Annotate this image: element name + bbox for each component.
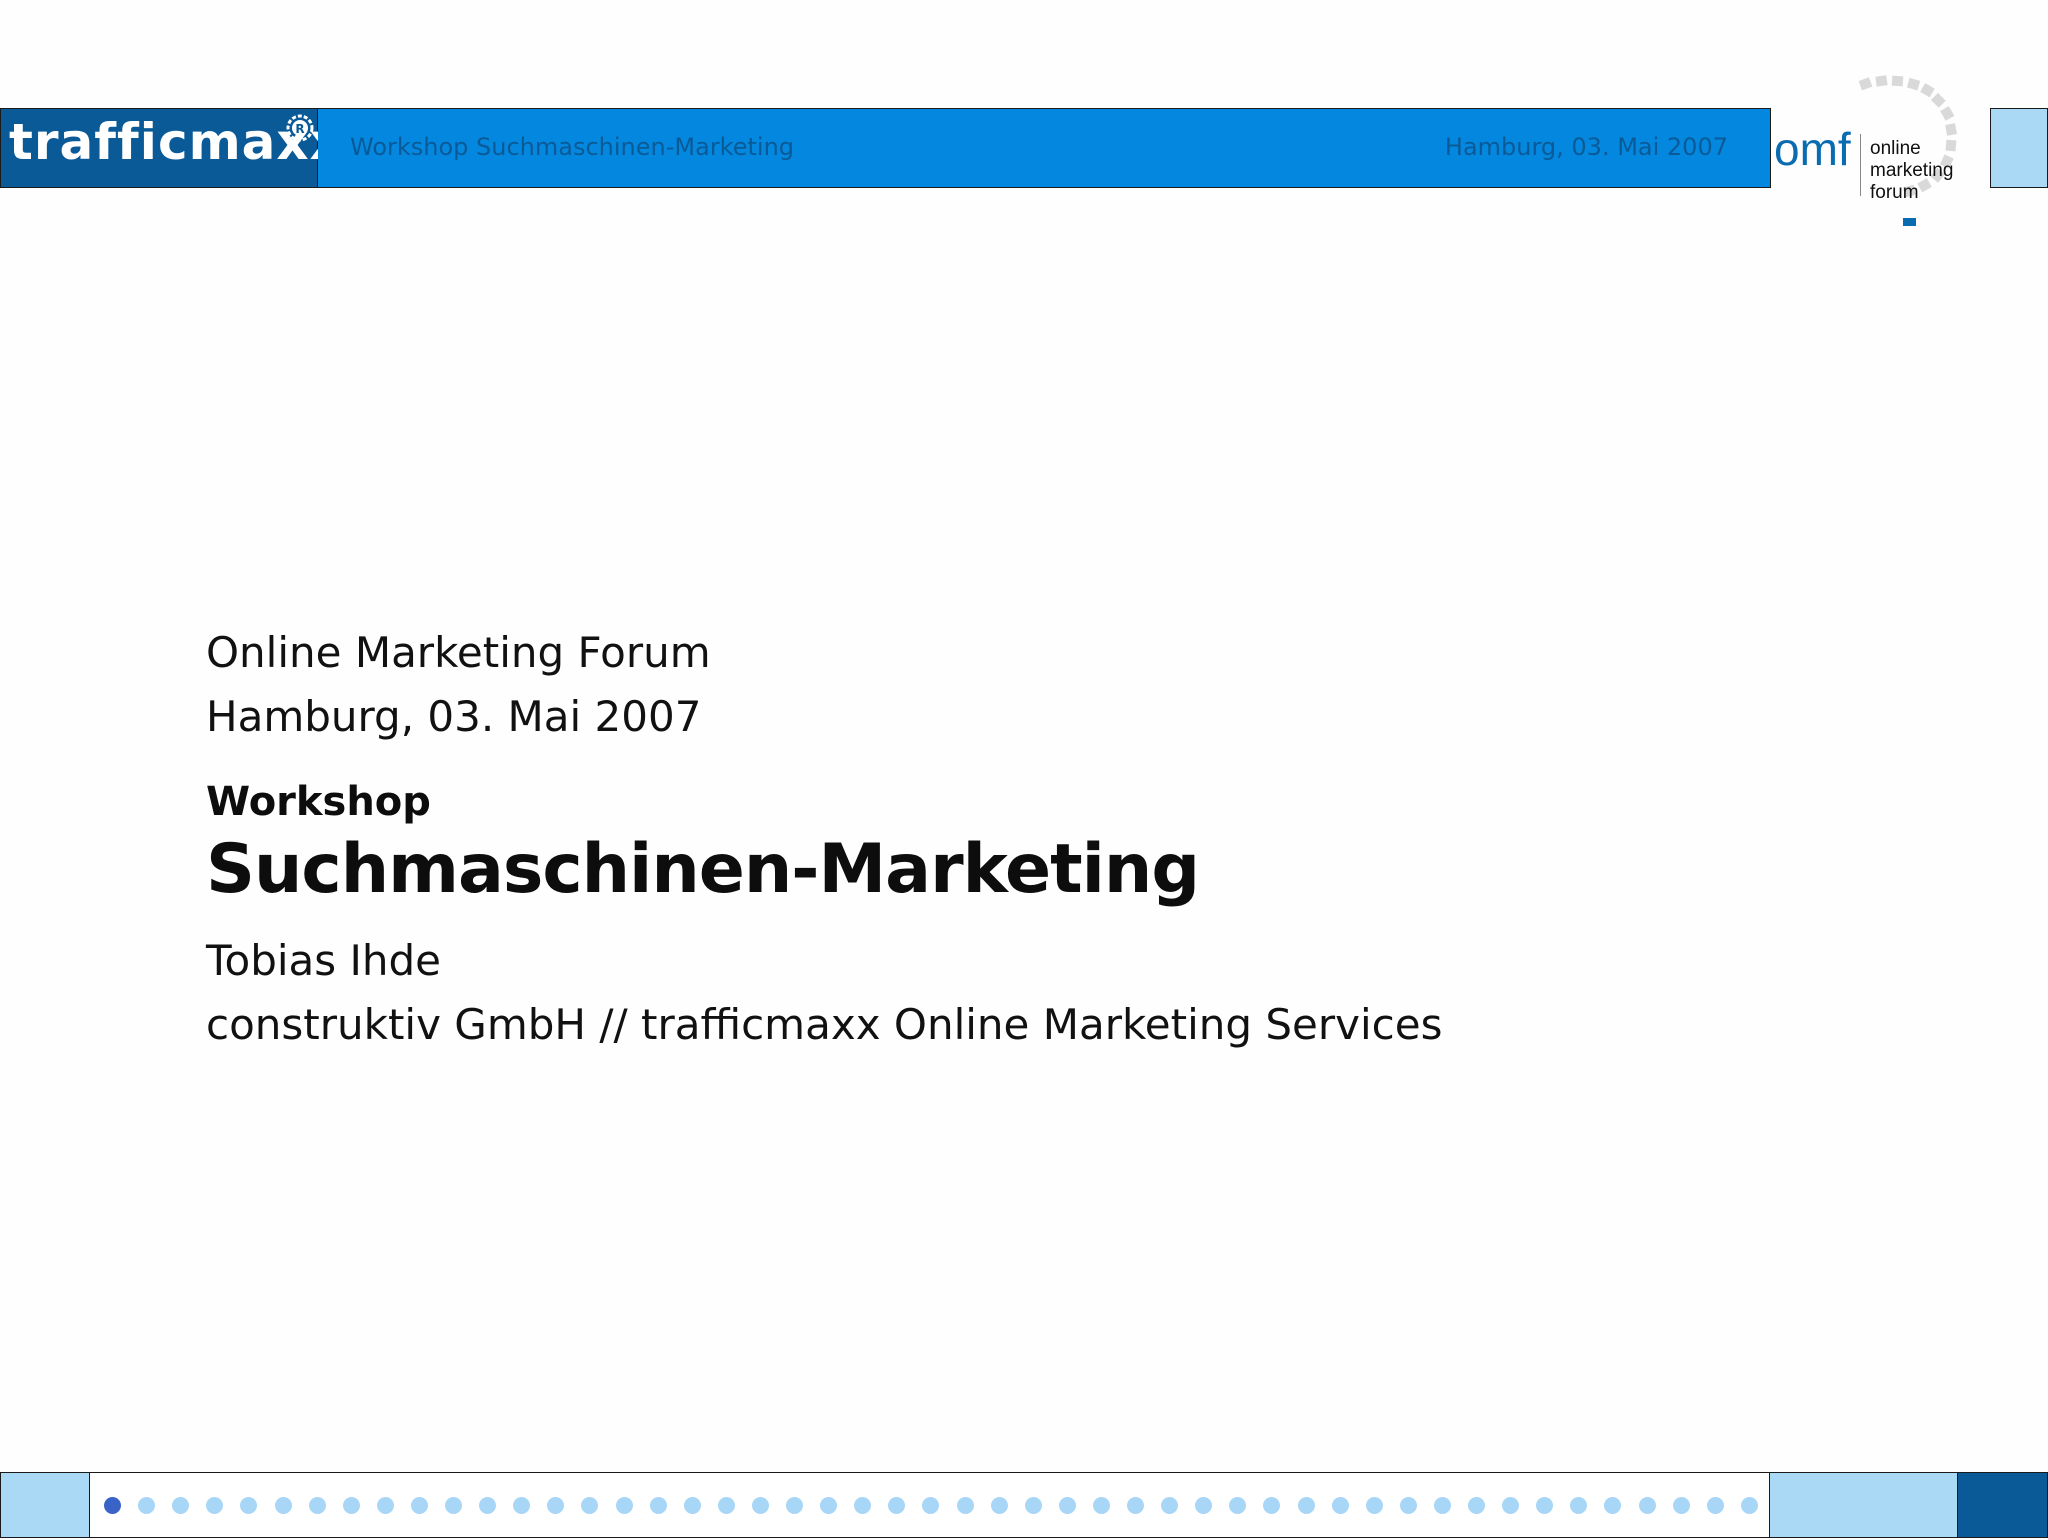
slide-dot[interactable]: [1740, 1497, 1758, 1514]
slide-dot[interactable]: [956, 1497, 974, 1514]
speaker-name: Tobias Ihde: [206, 936, 442, 985]
speaker-company: construktiv GmbH // trafficmaxx Online M…: [206, 1000, 1443, 1049]
slide-dot[interactable]: [990, 1497, 1008, 1514]
slide: trafficmaxx R Workshop Suchmaschinen-Mar…: [0, 0, 2048, 1540]
slide-dot[interactable]: [138, 1497, 156, 1514]
slide-dot[interactable]: [172, 1497, 190, 1514]
slide-dot[interactable]: [854, 1497, 872, 1514]
slide-progress: [90, 1472, 1792, 1538]
slide-title: Suchmaschinen-Marketing: [206, 830, 1200, 909]
slide-dot[interactable]: [410, 1497, 428, 1514]
slide-dot[interactable]: [1399, 1497, 1417, 1514]
slide-dot[interactable]: [1433, 1497, 1451, 1514]
registered-icon: R: [286, 114, 314, 142]
footer-bar: [0, 1472, 2048, 1538]
omf-logo: omf online marketing forum: [1772, 66, 1990, 226]
trafficmaxx-logo: trafficmaxx R: [0, 108, 342, 188]
omf-words: online marketing forum: [1870, 138, 1953, 204]
event-name: Online Marketing Forum: [206, 628, 711, 677]
slide-dot[interactable]: [1536, 1497, 1554, 1514]
slide-dot[interactable]: [683, 1497, 701, 1514]
slide-dot[interactable]: [547, 1497, 565, 1514]
registered-mark: R: [295, 122, 304, 136]
slide-dot[interactable]: [1604, 1497, 1622, 1514]
header-right-square: [1990, 108, 2048, 188]
slide-dot[interactable]: [820, 1497, 838, 1514]
slide-dot[interactable]: [1297, 1497, 1315, 1514]
slide-dot[interactable]: [888, 1497, 906, 1514]
omf-word-marketing: marketing: [1870, 160, 1954, 181]
slide-dot[interactable]: [479, 1497, 497, 1514]
slide-dot[interactable]: [342, 1497, 360, 1514]
header-bar: trafficmaxx R Workshop Suchmaschinen-Mar…: [0, 75, 2048, 226]
slide-dot[interactable]: [1263, 1497, 1281, 1514]
header-date: Hamburg, 03. Mai 2007: [1444, 133, 1728, 161]
slide-dot[interactable]: [786, 1497, 803, 1514]
slide-dot[interactable]: [1365, 1497, 1383, 1514]
slide-dot[interactable]: [376, 1497, 394, 1514]
footer-left-square: [0, 1472, 90, 1538]
slide-dot[interactable]: [206, 1497, 224, 1514]
slide-dot[interactable]: [581, 1497, 599, 1514]
slide-dot[interactable]: [1706, 1497, 1724, 1514]
slide-dot[interactable]: [1638, 1497, 1656, 1514]
slide-dot[interactable]: [751, 1497, 769, 1514]
omf-divider: [1860, 134, 1861, 196]
header-title: Workshop Suchmaschinen-Marketing: [350, 133, 795, 161]
footer-right-light-block: [1770, 1472, 1958, 1538]
title-block: Online Marketing Forum Hamburg, 03. Mai …: [206, 632, 1706, 1046]
slide-dot[interactable]: [445, 1497, 462, 1514]
slide-dot-active[interactable]: [104, 1497, 121, 1514]
slide-dot[interactable]: [1229, 1497, 1247, 1514]
footer-right-dark-square: [1958, 1472, 2048, 1538]
slide-dot[interactable]: [1024, 1497, 1042, 1514]
slide-dot[interactable]: [1058, 1497, 1076, 1514]
omf-word-forum: forum: [1870, 182, 1919, 203]
slide-dot[interactable]: [922, 1497, 940, 1514]
slide-dot[interactable]: [1331, 1497, 1349, 1514]
title-bar: Workshop Suchmaschinen-Marketing Hamburg…: [318, 108, 1771, 188]
slide-dot[interactable]: [615, 1497, 633, 1514]
slide-dot[interactable]: [513, 1497, 531, 1514]
omf-word-online: online: [1870, 138, 1921, 159]
event-date: Hamburg, 03. Mai 2007: [206, 692, 702, 741]
slide-dot[interactable]: [274, 1497, 292, 1514]
slide-dot[interactable]: [1468, 1497, 1485, 1514]
slide-dot[interactable]: [1570, 1497, 1588, 1514]
omf-abbr: omf: [1774, 123, 1851, 175]
slide-dot[interactable]: [240, 1497, 258, 1514]
slide-dot[interactable]: [1502, 1497, 1520, 1514]
slide-dot[interactable]: [717, 1497, 735, 1514]
slide-dot[interactable]: [1161, 1497, 1179, 1514]
slide-dot[interactable]: [1127, 1497, 1144, 1514]
slide-dot[interactable]: [649, 1497, 667, 1514]
slide-dot[interactable]: [1092, 1497, 1110, 1514]
slide-dot[interactable]: [308, 1497, 326, 1514]
slide-dot[interactable]: [1195, 1497, 1213, 1514]
slide-dot[interactable]: [1672, 1497, 1690, 1514]
kicker: Workshop: [206, 779, 431, 825]
